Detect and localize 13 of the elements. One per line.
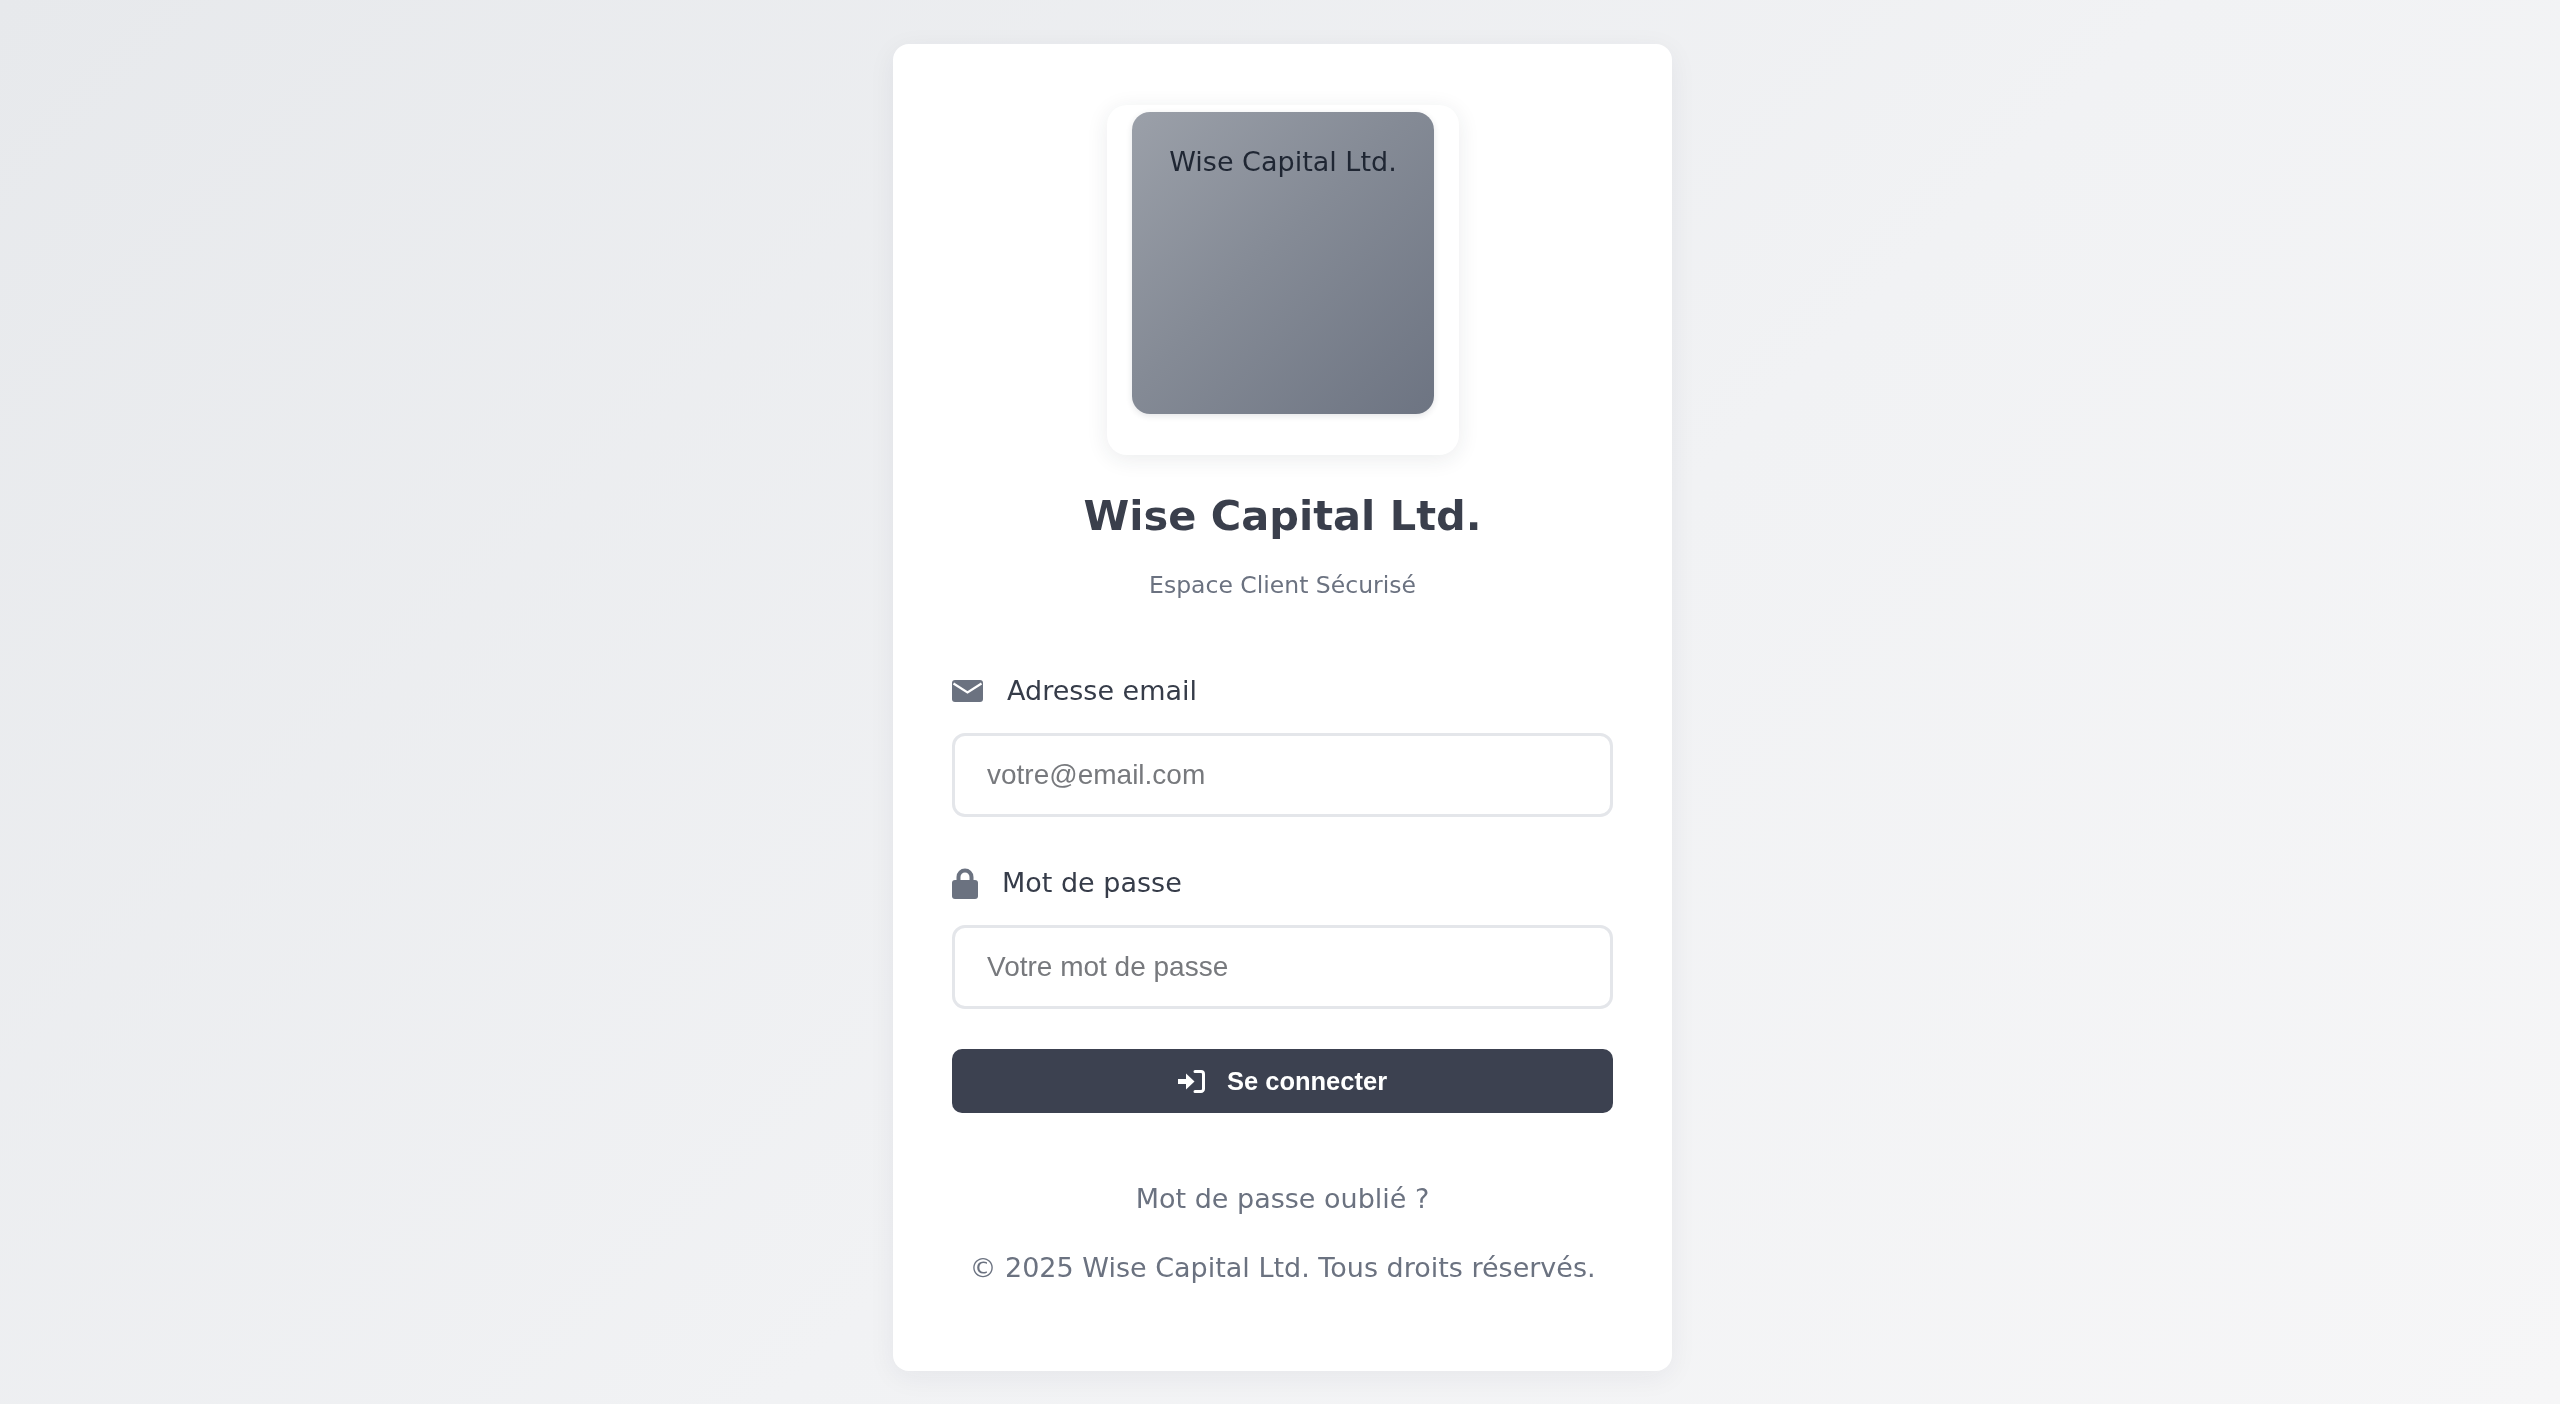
forgot-password-link[interactable]: Mot de passe oublié ? [1135,1181,1430,1217]
logo-text: Wise Capital Ltd. [1169,145,1397,179]
email-field[interactable]: votre@email.com [952,733,1613,817]
page-title: Wise Capital Ltd. [1082,491,1483,541]
field-label: Adresse email [1007,674,1198,708]
envelope-icon [952,680,983,702]
password-field[interactable]: Votre mot de passe [952,925,1613,1009]
lock-icon [952,867,978,899]
login-button[interactable]: Se connecter [952,1049,1613,1113]
sign-in-icon [1177,1069,1205,1093]
page-subtitle: Espace Client Sécurisé [1148,570,1417,601]
field-label: Mot de passe [1002,866,1182,900]
copyright-text: © 2025 Wise Capital Ltd. Tous droits réservés. [968,1251,1597,1285]
